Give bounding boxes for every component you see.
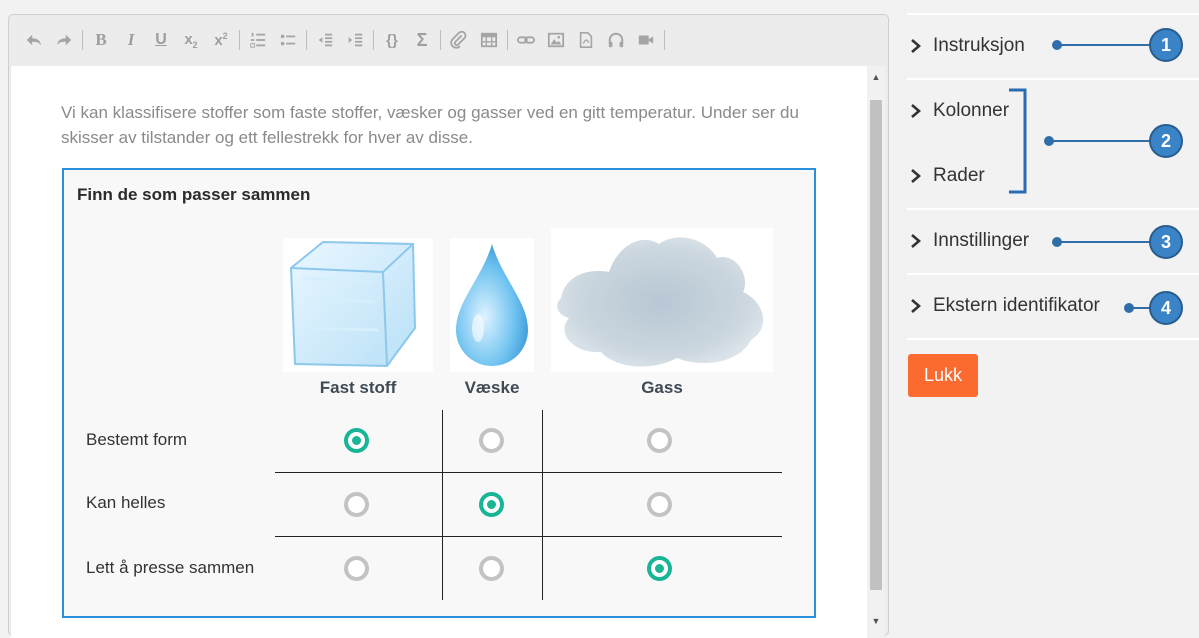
callout-line	[1049, 140, 1152, 142]
toolbar-separator	[239, 30, 240, 50]
intro-text: Vi kan klassifisere stoffer som faste st…	[61, 103, 799, 147]
toolbar-separator	[373, 30, 374, 50]
callout-badge: 2	[1149, 124, 1183, 158]
callout-badge: 4	[1149, 291, 1183, 325]
chevron-right-icon	[911, 39, 921, 53]
accordion-innstillinger[interactable]: Innstillinger	[907, 230, 1029, 252]
divider	[907, 13, 1199, 15]
toolbar-separator	[306, 30, 307, 50]
subscript-icon[interactable]: x2	[176, 26, 206, 54]
water-drop-image	[450, 238, 534, 372]
divider	[907, 273, 1199, 275]
radio-option[interactable]	[479, 556, 504, 581]
accordion-kolonner[interactable]: Kolonner	[907, 100, 1009, 122]
close-button[interactable]: Lukk	[908, 354, 978, 397]
callout-badge: 1	[1149, 28, 1183, 62]
divider	[907, 208, 1199, 210]
radio-option[interactable]	[344, 492, 369, 517]
radio-option[interactable]	[647, 556, 672, 581]
grid-line	[542, 410, 543, 600]
accordion-ekstern-identifikator[interactable]: Ekstern identifikator	[907, 295, 1100, 317]
accordion-label: Ekstern identifikator	[933, 295, 1100, 316]
callout-line	[1057, 241, 1152, 243]
column-header: Gass	[641, 378, 683, 397]
row-label: Lett å presse sammen	[86, 558, 255, 577]
chevron-right-icon	[911, 169, 921, 183]
column-header: Væske	[464, 378, 520, 397]
radio-option[interactable]	[647, 428, 672, 453]
callout-badge: 3	[1149, 225, 1183, 259]
toolbar-separator	[507, 30, 508, 50]
accordion-label: Innstillinger	[933, 230, 1030, 251]
scroll-down-arrow-icon[interactable]: ▼	[867, 612, 885, 630]
redo-icon[interactable]	[49, 26, 79, 54]
indent-icon[interactable]	[340, 26, 370, 54]
radio-option[interactable]	[479, 428, 504, 453]
task-title: Finn de som passer sammen	[77, 185, 311, 204]
divider	[907, 338, 1199, 340]
italic-icon[interactable]: I	[116, 26, 146, 54]
superscript-icon[interactable]: x2	[206, 26, 236, 54]
grid-line	[442, 410, 443, 600]
link-icon[interactable]	[511, 26, 541, 54]
grid-line	[275, 536, 782, 537]
gas-cloud-image	[551, 228, 773, 372]
chevron-right-icon	[911, 234, 921, 248]
radio-option[interactable]	[479, 492, 504, 517]
settings-panel: Instruksjon Kolonner Rader Innstillinger…	[907, 0, 1199, 622]
image-icon[interactable]	[541, 26, 571, 54]
row-label: Kan helles	[86, 493, 166, 512]
editor-content[interactable]: Vi kan klassifisere stoffer som faste st…	[11, 66, 867, 638]
bullet-list-icon[interactable]	[273, 26, 303, 54]
column-header: Fast stoff	[319, 378, 397, 397]
scrollbar[interactable]: ▲ ▼	[867, 66, 885, 638]
outdent-icon[interactable]	[310, 26, 340, 54]
ice-cube-image	[283, 238, 433, 372]
editor-toolbar: B I U x2 x2 {} Σ	[9, 15, 888, 65]
radio-option[interactable]	[344, 556, 369, 581]
numbered-list-icon[interactable]	[243, 26, 273, 54]
accordion-label: Instruksjon	[933, 35, 1025, 56]
pdf-icon[interactable]	[571, 26, 601, 54]
accordion-instruksjon[interactable]: Instruksjon	[907, 35, 1025, 57]
audio-icon[interactable]	[601, 26, 631, 54]
row-label: Bestemt form	[86, 430, 188, 449]
rich-text-editor: B I U x2 x2 {} Σ Vi kan klassifisere sto…	[8, 14, 889, 638]
underline-icon[interactable]: U	[146, 26, 176, 54]
divider	[907, 78, 1199, 80]
bold-icon[interactable]: B	[86, 26, 116, 54]
scroll-up-arrow-icon[interactable]: ▲	[867, 68, 885, 86]
accordion-label: Rader	[933, 165, 985, 186]
sigma-icon[interactable]: Σ	[407, 26, 437, 54]
scrollbar-thumb[interactable]	[870, 100, 882, 590]
grid-line	[275, 472, 782, 473]
chevron-right-icon	[911, 104, 921, 118]
bracket-icon	[1009, 88, 1027, 194]
undo-icon[interactable]	[19, 26, 49, 54]
radio-option[interactable]	[344, 428, 369, 453]
table-icon[interactable]	[474, 26, 504, 54]
toolbar-separator	[664, 30, 665, 50]
toolbar-separator	[440, 30, 441, 50]
callout-line	[1057, 44, 1152, 46]
toolbar-separator	[82, 30, 83, 50]
chevron-right-icon	[911, 299, 921, 313]
code-icon[interactable]: {}	[377, 26, 407, 54]
accordion-label: Kolonner	[933, 100, 1010, 121]
accordion-rader[interactable]: Rader	[907, 165, 985, 187]
match-task: Finn de som passer sammen Fast stoff Væs…	[62, 168, 816, 618]
video-icon[interactable]	[631, 26, 661, 54]
radio-option[interactable]	[647, 492, 672, 517]
attach-icon[interactable]	[444, 26, 474, 54]
